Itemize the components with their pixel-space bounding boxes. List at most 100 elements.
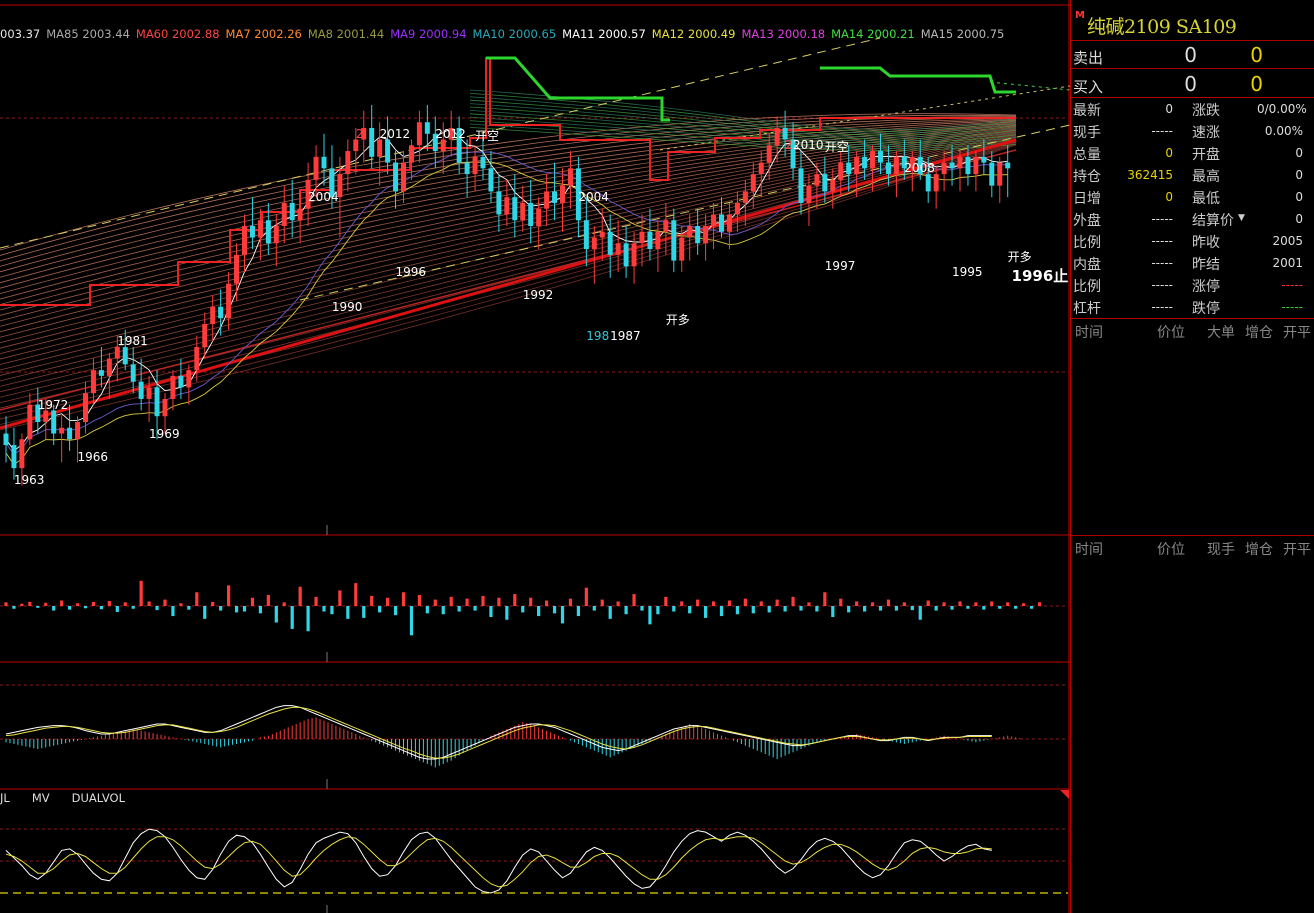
candle-body (162, 398, 168, 417)
quote-label: 最低 (1192, 191, 1220, 207)
candle-body (774, 128, 780, 146)
volume-bar (147, 601, 151, 606)
candle-body (480, 156, 486, 169)
candle-body (3, 433, 9, 446)
candle-body (798, 168, 804, 203)
candle-body (854, 156, 860, 175)
candle-body (703, 226, 709, 244)
chart-svg[interactable] (0, 0, 1070, 913)
tick-column-header: 价位 (1157, 325, 1185, 341)
candle-body (321, 156, 327, 169)
price-annotation: 2 (355, 126, 364, 141)
candle-body (146, 387, 152, 399)
indicator-tab[interactable]: MV (32, 791, 50, 805)
candle-body (114, 347, 120, 359)
volume-bar (1022, 603, 1026, 606)
ma-legend-item: 003.37 (0, 27, 41, 41)
candle-body (607, 231, 613, 255)
quote-value: 2005 (1272, 234, 1303, 248)
volume-bar (433, 599, 437, 606)
kdj-d-line (5, 836, 992, 888)
quote-value: 0/0.00% (1257, 102, 1307, 116)
price-annotation: 1995 (952, 265, 983, 280)
quote-label: 涨停 (1192, 279, 1220, 295)
sell-price: 0 (1184, 43, 1197, 67)
candle-body (806, 185, 812, 203)
ma-fan-line (0, 136, 1017, 382)
candle-body (369, 128, 375, 157)
price-annotation: 1963 (13, 472, 45, 487)
tick-column-header: 增仓 (1245, 542, 1273, 558)
volume-bar (131, 606, 135, 609)
ma-legend: 003.37 MA85 2003.44 MA60 2002.88 MA7 2002.2… (0, 27, 1010, 43)
price-annotation: 1990 (331, 299, 363, 314)
volume-bar (926, 600, 930, 606)
volume-bar (521, 606, 525, 613)
candle-body (353, 139, 359, 152)
candle-body (989, 162, 995, 186)
volume-bar (823, 592, 827, 606)
ma-legend-item: MA60 2002.88 (135, 27, 220, 41)
volume-bar (195, 592, 199, 606)
volume-bar (568, 598, 573, 606)
candle-body (623, 243, 629, 267)
ma-legend-item: MA85 2003.44 (46, 27, 130, 41)
candle-body (655, 231, 661, 250)
candle-body (997, 162, 1003, 186)
volume-bar (107, 600, 111, 606)
volume-bar (529, 597, 533, 606)
candle-body (933, 174, 939, 192)
volume-bar (656, 606, 660, 615)
divider (1071, 535, 1314, 536)
quote-value: 362415 (1127, 168, 1173, 182)
volume-bar (624, 606, 628, 615)
candle-body (83, 393, 88, 422)
volume-bar (560, 606, 565, 624)
candle-body (488, 168, 494, 192)
volume-bar (743, 598, 747, 606)
quote-value: ----- (1151, 256, 1173, 270)
volume-bar (179, 603, 183, 606)
ma-fan-line (0, 133, 1017, 365)
candle-body (504, 197, 510, 215)
volume-bar (4, 602, 8, 606)
candle-body (472, 156, 478, 175)
candle-body (297, 208, 303, 221)
volume-bar (393, 606, 398, 616)
ma-legend-item: MA14 2000.21 (831, 27, 915, 41)
buy-row: 买入 0 0 (1071, 70, 1314, 98)
volume-bar (417, 595, 421, 606)
volume-bar (234, 606, 239, 613)
volume-bar (537, 606, 541, 617)
indicator-tabs[interactable]: JL MV DUALVOL (0, 791, 147, 805)
indicator-tab[interactable]: JL (0, 791, 10, 805)
quote-value: 2001 (1272, 256, 1303, 270)
candle-body (51, 410, 57, 434)
buy-label: 买入 (1073, 78, 1104, 96)
candle-body (925, 174, 931, 192)
volume-bar (250, 597, 255, 606)
quote-label: 昨结 (1192, 257, 1220, 273)
candle-body (178, 375, 184, 388)
chart-area[interactable]: 003.37 MA85 2003.44 MA60 2002.88 MA7 2002.2… (0, 0, 1070, 913)
buy-price: 0 (1184, 72, 1197, 96)
divider (1071, 68, 1314, 69)
indicator-tab[interactable]: DUALVOL (72, 791, 125, 805)
candle-body (870, 151, 876, 169)
volume-bar (632, 594, 636, 606)
volume-bar (465, 598, 469, 606)
marker-m: M (1075, 10, 1085, 21)
candle-body (98, 370, 104, 376)
candle-body (90, 370, 96, 394)
volume-bar (711, 601, 716, 606)
volume-bar (600, 599, 604, 606)
candle-body (583, 220, 589, 250)
price-annotation: 开多 (665, 313, 690, 328)
price-annotation: 1992 (522, 288, 554, 303)
chevron-down-icon[interactable]: ▼ (1238, 213, 1245, 223)
candle-body (273, 226, 279, 244)
volume-bar (401, 592, 406, 606)
volume-bar (274, 606, 278, 623)
volume-bar (886, 599, 891, 606)
quote-value: ----- (1151, 300, 1173, 314)
